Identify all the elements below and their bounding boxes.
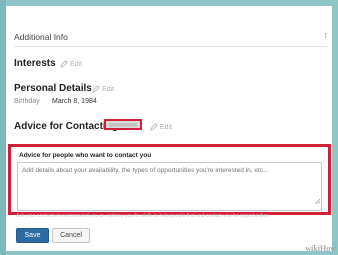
birthday-value: March 8, 1984 — [52, 98, 97, 105]
cancel-button[interactable]: Cancel — [52, 228, 90, 243]
section-title: Additional Info — [14, 32, 68, 42]
collapse-icon[interactable]: ↕ — [324, 30, 329, 40]
edit-label: Edit — [102, 85, 115, 93]
edit-label: Edit — [70, 60, 83, 68]
birthday-label: Birthday — [14, 98, 40, 105]
pencil-icon — [150, 123, 158, 131]
advice-hint-text: Ask your contacts to recommend you or en… — [16, 213, 269, 219]
redacted-name — [109, 123, 137, 127]
divider — [14, 46, 328, 47]
interests-heading: Interests — [14, 58, 56, 69]
personal-details-heading: Personal Details — [14, 83, 92, 94]
interests-edit-link[interactable]: Edit — [60, 60, 82, 68]
advice-edit-link[interactable]: Edit — [150, 123, 172, 131]
advice-heading: Advice for Contacting — [14, 121, 118, 132]
personal-details-edit-link[interactable]: Edit — [92, 85, 114, 93]
save-button[interactable]: Save — [16, 228, 49, 243]
wikihow-watermark: wikiHow — [305, 244, 336, 253]
resize-handle-icon[interactable] — [315, 199, 320, 204]
redacted-name-highlight — [104, 119, 142, 130]
advice-field-label: Advice for people who want to contact yo… — [19, 152, 152, 159]
advice-highlight-box: Advice for people who want to contact yo… — [8, 144, 331, 215]
advice-textarea[interactable] — [17, 162, 322, 211]
pencil-icon — [60, 60, 68, 68]
edit-label: Edit — [160, 123, 173, 131]
pencil-icon — [92, 85, 100, 93]
